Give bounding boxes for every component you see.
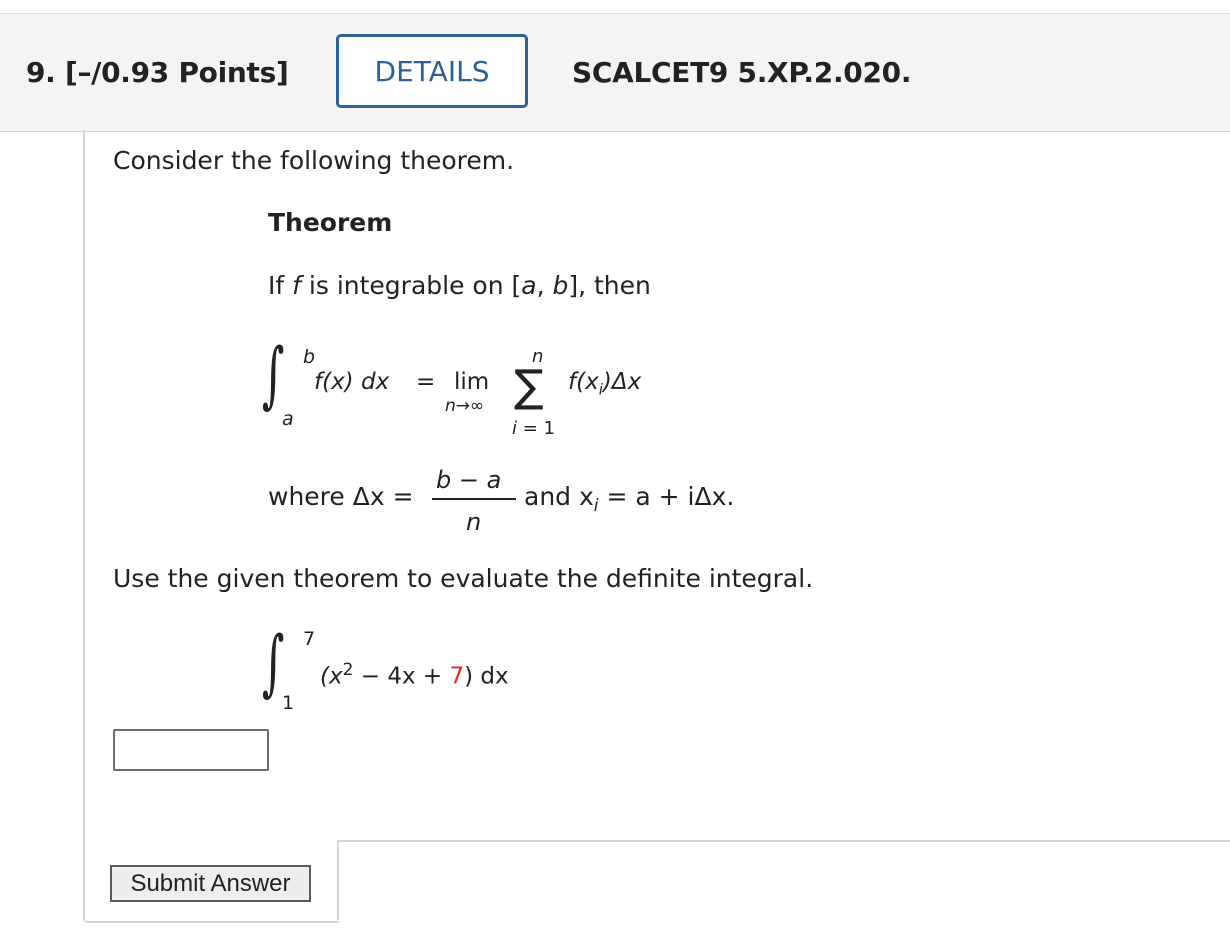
equals-sign: = xyxy=(416,369,436,395)
instruction-text: Use the given theorem to evaluate the de… xyxy=(113,564,814,593)
lower-limit: a xyxy=(282,408,294,430)
panel-divider xyxy=(83,918,339,923)
panel-divider xyxy=(337,840,1230,842)
submit-answer-button[interactable]: Submit Answer xyxy=(110,865,311,902)
integral-lower-limit: 1 xyxy=(282,692,295,714)
intro-text: Consider the following theorem. xyxy=(113,146,515,175)
sum-term: f(xi)Δx xyxy=(568,369,642,399)
limit-label: lim xyxy=(454,369,490,395)
fraction-denominator: n xyxy=(466,508,482,536)
problem-code: SCALCET9 5.XP.2.020. xyxy=(572,56,912,89)
details-button[interactable]: DETAILS xyxy=(336,34,528,108)
answer-input[interactable] xyxy=(113,729,269,771)
integrand: f(x) dx xyxy=(314,369,390,395)
sigma-icon: ∑ xyxy=(514,361,544,412)
theorem-title: Theorem xyxy=(268,208,393,237)
limit-subscript: n→∞ xyxy=(445,396,485,416)
integral-sign-icon: ∫ xyxy=(262,620,285,704)
xi-definition: and xi = a + iΔx. xyxy=(524,482,735,516)
fraction-bar xyxy=(432,498,516,500)
integral-integrand: (x2 − 4x + 7) dx xyxy=(320,660,509,690)
upper-limit: b xyxy=(303,346,316,368)
sum-lower: i = 1 xyxy=(512,418,555,439)
integral-sign-icon: ∫ xyxy=(262,332,285,416)
question-header: 9. [–/0.93 Points] DETAILS SCALCET9 5.XP… xyxy=(0,13,1230,132)
theorem-condition: If f is integrable on [a, b], then xyxy=(268,271,651,300)
question-number-points: 9. [–/0.93 Points] xyxy=(26,56,289,89)
question-panel xyxy=(83,130,1230,920)
integral-upper-limit: 7 xyxy=(303,628,316,650)
fraction-numerator: b − a xyxy=(436,466,502,494)
where-text: where Δx = xyxy=(268,482,414,511)
panel-divider xyxy=(337,840,339,920)
